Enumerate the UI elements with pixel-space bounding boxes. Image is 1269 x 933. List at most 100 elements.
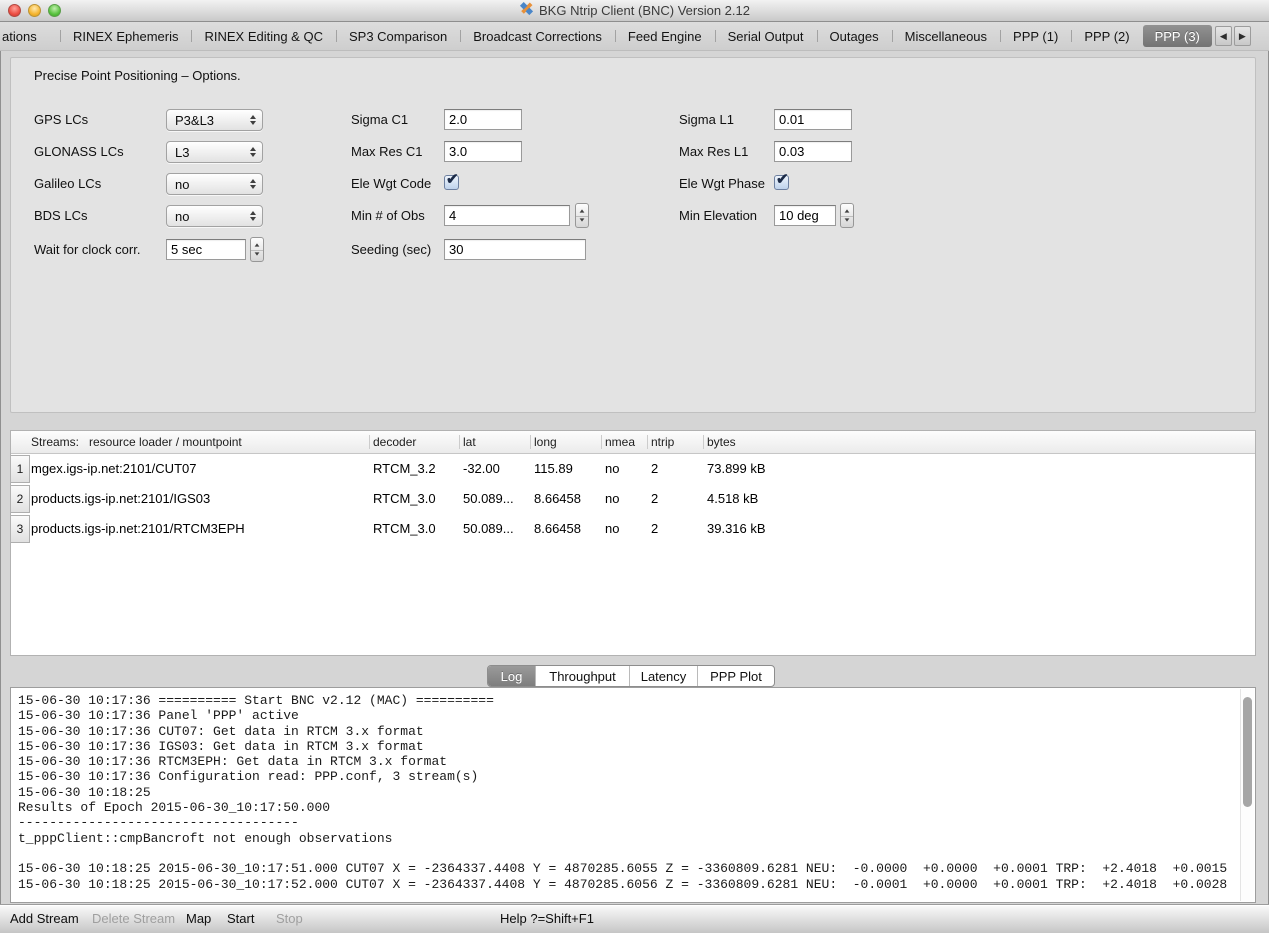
log-scrollbar[interactable]	[1240, 689, 1254, 901]
ele-wgt-code-checkbox[interactable]: ✔	[444, 175, 459, 190]
bnc-app-icon	[519, 1, 534, 21]
log-line: 15-06-30 10:18:25 2015-06-30_10:17:51.00…	[18, 861, 1238, 876]
log-line: 15-06-30 10:18:25 2015-06-30_10:17:52.00…	[18, 877, 1238, 892]
cell-ntrip: 2	[651, 491, 658, 506]
col-header-lat[interactable]: lat	[463, 435, 476, 449]
minimize-window-button[interactable]	[28, 4, 41, 17]
min-obs-stepper[interactable]	[575, 203, 589, 228]
gps-lcs-label: GPS LCs	[34, 112, 88, 127]
log-line: t_pppClient::cmpBancroft not enough obse…	[18, 831, 1238, 846]
log-line: Results of Epoch 2015-06-30_10:17:50.000	[18, 800, 1238, 815]
log-line: 15-06-30 10:18:25	[18, 785, 1238, 800]
seeding-input[interactable]	[444, 239, 586, 260]
cell-bytes: 39.316 kB	[707, 521, 766, 536]
tab-ppp-1[interactable]: PPP (1)	[1000, 22, 1071, 50]
checkmark-icon: ✔	[446, 170, 459, 188]
col-header-mountpoint[interactable]: Streams: resource loader / mountpoint	[31, 435, 242, 449]
row-header[interactable]: 3	[11, 515, 30, 543]
glonass-lcs-select[interactable]: L3	[166, 141, 263, 163]
column-separator	[369, 435, 370, 449]
max-res-l1-label: Max Res L1	[679, 144, 748, 159]
col-header-long[interactable]: long	[534, 435, 557, 449]
table-row[interactable]: 2 products.igs-ip.net:2101/IGS03 RTCM_3.…	[11, 484, 1255, 514]
wait-clock-input[interactable]	[166, 239, 246, 260]
cell-mountpoint: products.igs-ip.net:2101/IGS03	[31, 491, 210, 506]
updown-arrows-icon	[250, 115, 262, 125]
col-header-decoder[interactable]: decoder	[373, 435, 416, 449]
updown-arrows-icon	[250, 211, 262, 221]
column-separator	[459, 435, 460, 449]
tab-log[interactable]: Log	[488, 666, 535, 686]
tab-truncated-ations[interactable]: ations	[0, 22, 60, 50]
min-obs-label: Min # of Obs	[351, 208, 425, 223]
options-title: Precise Point Positioning – Options.	[34, 68, 241, 83]
col-header-ntrip[interactable]: ntrip	[651, 435, 674, 449]
max-res-l1-input[interactable]	[774, 141, 852, 162]
tab-scroll-left-button[interactable]: ◀	[1215, 26, 1232, 46]
log-line: 15-06-30 10:17:36 RTCM3EPH: Get data in …	[18, 754, 1238, 769]
tab-rinex-ephemeris[interactable]: RINEX Ephemeris	[60, 22, 191, 50]
glonass-lcs-label: GLONASS LCs	[34, 144, 124, 159]
tab-scroll-right-button[interactable]: ▶	[1234, 26, 1251, 46]
galileo-lcs-label: Galileo LCs	[34, 176, 101, 191]
tab-broadcast-corrections[interactable]: Broadcast Corrections	[460, 22, 615, 50]
log-view[interactable]: 15-06-30 10:17:36 ========== Start BNC v…	[10, 687, 1256, 903]
tab-latency[interactable]: Latency	[629, 666, 697, 686]
bds-lcs-select[interactable]: no	[166, 205, 263, 227]
gps-lcs-select[interactable]: P3&L3	[166, 109, 263, 131]
tab-sp3-comparison[interactable]: SP3 Comparison	[336, 22, 460, 50]
tab-miscellaneous[interactable]: Miscellaneous	[892, 22, 1000, 50]
cell-nmea: no	[605, 461, 619, 476]
tab-scroll-buttons: ◀ ▶	[1215, 26, 1251, 46]
sigma-l1-input[interactable]	[774, 109, 852, 130]
table-row[interactable]: 1 mgex.igs-ip.net:2101/CUT07 RTCM_3.2 -3…	[11, 454, 1255, 484]
tab-throughput[interactable]: Throughput	[535, 666, 629, 686]
zoom-window-button[interactable]	[48, 4, 61, 17]
ele-wgt-phase-checkbox[interactable]: ✔	[774, 175, 789, 190]
wait-clock-stepper[interactable]	[250, 237, 264, 262]
add-stream-button[interactable]: Add Stream	[10, 911, 79, 926]
column-separator	[601, 435, 602, 449]
seeding-label: Seeding (sec)	[351, 242, 431, 257]
scrollbar-thumb[interactable]	[1243, 697, 1252, 807]
tab-ppp-2[interactable]: PPP (2)	[1071, 22, 1142, 50]
tab-outages[interactable]: Outages	[817, 22, 892, 50]
bnc-window: BKG Ntrip Client (BNC) Version 2.12 atio…	[0, 0, 1269, 933]
tab-rinex-editing-qc[interactable]: RINEX Editing & QC	[191, 22, 336, 50]
cell-ntrip: 2	[651, 521, 658, 536]
row-header[interactable]: 1	[11, 455, 30, 483]
min-elevation-stepper[interactable]	[840, 203, 854, 228]
window-controls	[8, 4, 61, 17]
titlebar: BKG Ntrip Client (BNC) Version 2.12	[0, 0, 1269, 22]
tab-feed-engine[interactable]: Feed Engine	[615, 22, 715, 50]
cell-nmea: no	[605, 521, 619, 536]
cell-lat: -32.00	[463, 461, 500, 476]
map-button[interactable]: Map	[186, 911, 211, 926]
sigma-c1-input[interactable]	[444, 109, 522, 130]
max-res-c1-input[interactable]	[444, 141, 522, 162]
cell-decoder: RTCM_3.0	[373, 491, 436, 506]
cell-long: 8.66458	[534, 521, 581, 536]
streams-table-header: Streams: resource loader / mountpoint de…	[11, 431, 1255, 454]
main-tab-bar: ations RINEX Ephemeris RINEX Editing & Q…	[0, 22, 1269, 51]
cell-ntrip: 2	[651, 461, 658, 476]
min-obs-input[interactable]	[444, 205, 570, 226]
streams-table: Streams: resource loader / mountpoint de…	[10, 430, 1256, 656]
delete-stream-button: Delete Stream	[92, 911, 175, 926]
close-window-button[interactable]	[8, 4, 21, 17]
tab-ppp-plot[interactable]: PPP Plot	[697, 666, 774, 686]
col-header-nmea[interactable]: nmea	[605, 435, 635, 449]
col-header-bytes[interactable]: bytes	[707, 435, 736, 449]
tab-ppp-3[interactable]: PPP (3)	[1143, 25, 1212, 47]
tab-serial-output[interactable]: Serial Output	[715, 22, 817, 50]
ele-wgt-phase-label: Ele Wgt Phase	[679, 176, 765, 191]
cell-lat: 50.089...	[463, 521, 514, 536]
table-row[interactable]: 3 products.igs-ip.net:2101/RTCM3EPH RTCM…	[11, 514, 1255, 544]
ppp-options-panel: Precise Point Positioning – Options. GPS…	[10, 57, 1256, 413]
row-header[interactable]: 2	[11, 485, 30, 513]
bds-lcs-label: BDS LCs	[34, 208, 87, 223]
log-line: 15-06-30 10:17:36 CUT07: Get data in RTC…	[18, 724, 1238, 739]
galileo-lcs-select[interactable]: no	[166, 173, 263, 195]
min-elevation-input[interactable]	[774, 205, 836, 226]
start-button[interactable]: Start	[227, 911, 254, 926]
